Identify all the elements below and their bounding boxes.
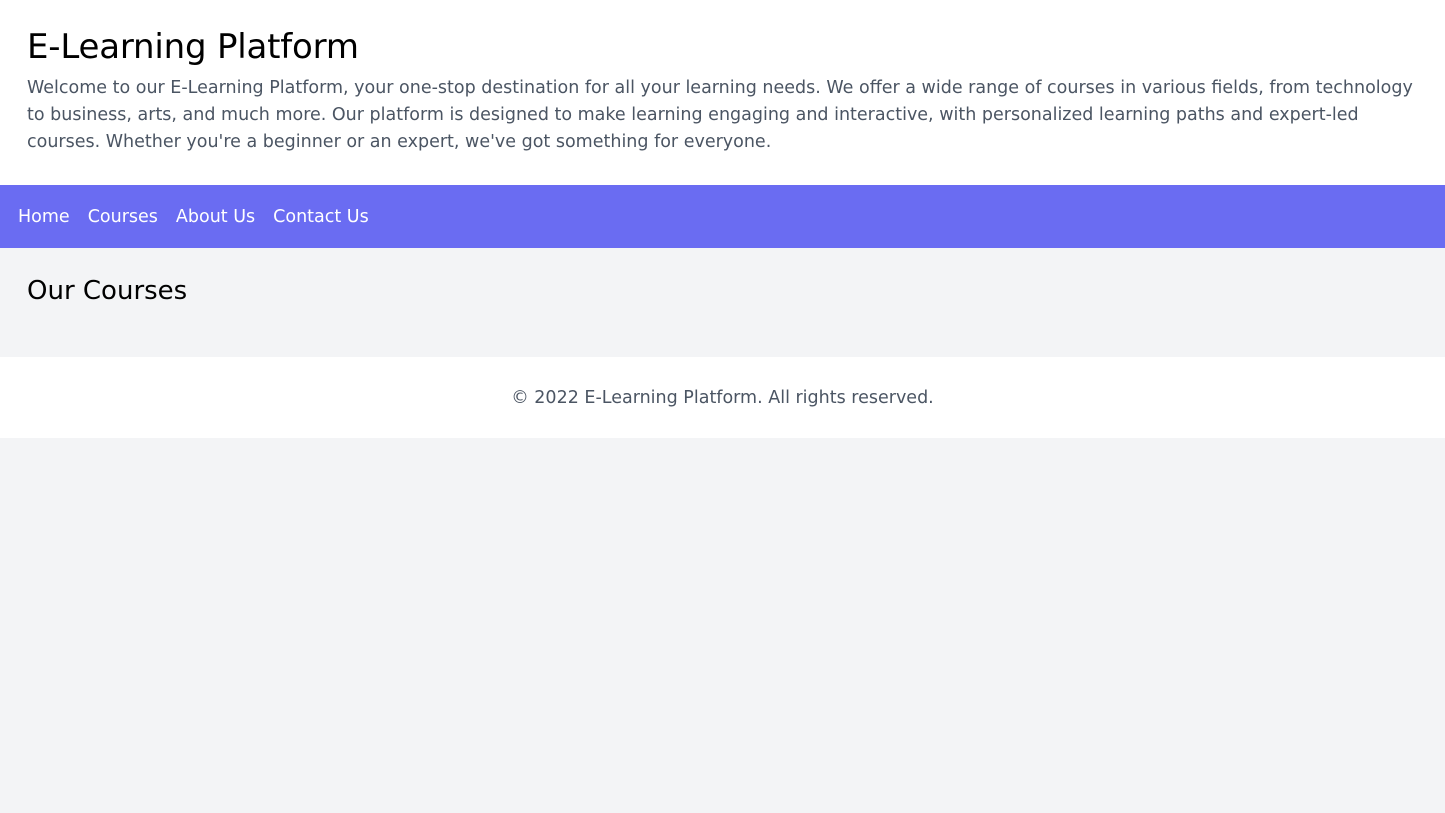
copyright-text: © 2022 E-Learning Platform. All rights r…	[511, 387, 934, 408]
main-nav: Home Courses About Us Contact Us	[0, 185, 1445, 248]
nav-link-about-us[interactable]: About Us	[176, 207, 255, 227]
page-title: E-Learning Platform	[27, 27, 359, 67]
courses-heading: Our Courses	[27, 276, 188, 306]
courses-section: Our Courses	[0, 248, 1445, 357]
site-footer: © 2022 E-Learning Platform. All rights r…	[0, 357, 1445, 438]
nav-link-courses[interactable]: Courses	[88, 207, 158, 227]
site-header: E-Learning Platform Welcome to our E-Lea…	[0, 0, 1445, 185]
nav-link-home[interactable]: Home	[18, 207, 70, 227]
intro-text: Welcome to our E-Learning Platform, your…	[27, 78, 1413, 152]
nav-link-contact-us[interactable]: Contact Us	[273, 207, 369, 227]
